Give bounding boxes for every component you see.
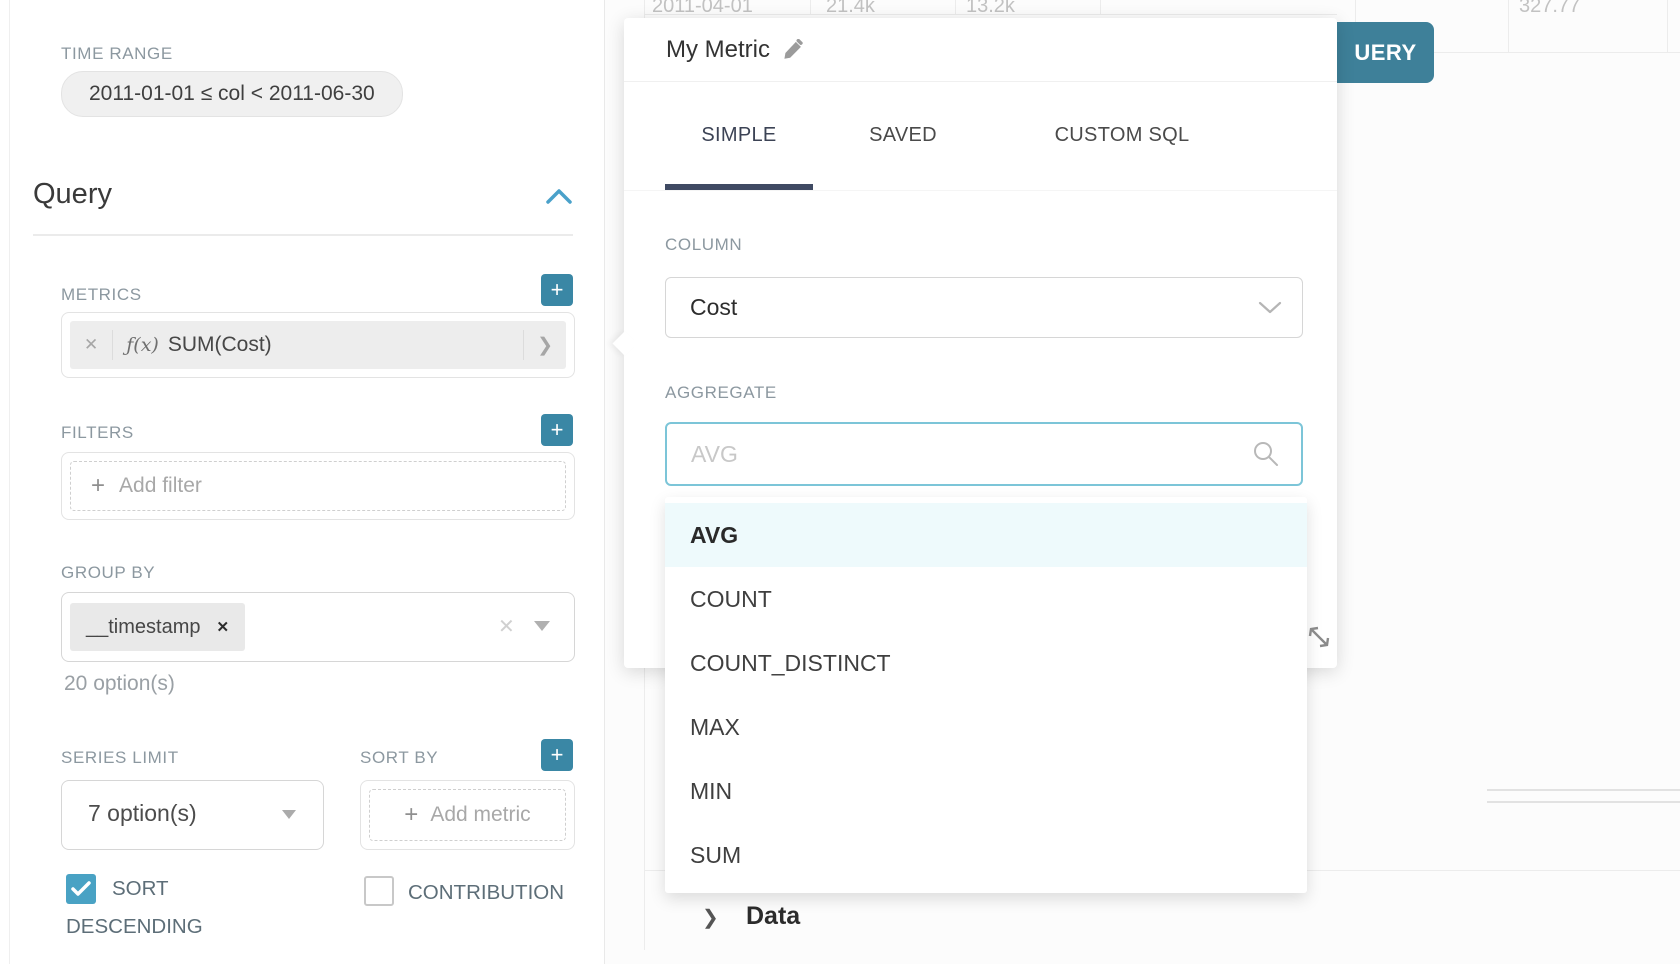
fx-icon: ƒ(x) [126,334,159,356]
table-cell-value: 13.2k [966,0,1015,18]
aggregate-label: AGGREGATE [665,383,777,403]
tab-saved[interactable]: SAVED [813,124,993,147]
popover-header-divider [624,81,1337,82]
active-tab-underline [665,184,813,190]
group-by-options-hint: 20 option(s) [64,672,175,696]
series-limit-select[interactable]: 7 option(s) [61,780,324,850]
time-range-value: 2011-01-01 ≤ col < 2011-06-30 [89,82,375,106]
column-select-value: Cost [690,294,737,321]
data-panel-title[interactable]: Data [746,902,800,931]
group-by-select[interactable]: __timestamp ✕ ✕ [61,592,575,662]
group-by-tag[interactable]: __timestamp ✕ [70,603,245,651]
chevron-down-icon [1258,301,1282,315]
time-range-label: TIME RANGE [61,44,173,64]
tab-custom-sql[interactable]: CUSTOM SQL [993,124,1251,147]
contribution-checkbox[interactable] [364,876,394,906]
sort-descending-label-line2: DESCENDING [66,915,203,939]
run-query-button[interactable]: UERY [1337,22,1434,83]
clear-select-icon[interactable]: ✕ [498,614,515,639]
tab-simple[interactable]: SIMPLE [665,124,813,147]
table-cell-value: 21.4k [826,0,875,18]
metric-expression: SUM(Cost) [168,333,272,357]
aggregate-placeholder: AVG [691,441,738,468]
edit-pencil-icon[interactable] [782,39,804,61]
group-by-label: GROUP BY [61,563,155,583]
add-sort-metric-button[interactable]: + Add metric [369,789,566,841]
plus-icon: + [91,474,105,498]
metrics-container: ✕ ƒ(x) SUM(Cost) ❯ [61,312,575,378]
aggregate-option-min[interactable]: MIN [665,759,1307,823]
add-sort-metric-plus-button[interactable]: + [541,739,573,771]
plus-icon: + [404,803,418,827]
aggregate-option-sum[interactable]: SUM [665,823,1307,887]
table-column-border [810,0,811,15]
table-column-border [1667,0,1668,52]
aggregate-dropdown: AVG COUNT COUNT_DISTINCT MAX MIN SUM [665,497,1307,893]
chevron-right-icon[interactable]: ❯ [702,905,719,930]
aggregate-option-avg[interactable]: AVG [665,503,1307,567]
chart-divider-line [1487,789,1680,791]
popover-tabs: SIMPLE SAVED CUSTOM SQL [665,124,1251,147]
pill-separator [523,330,524,360]
group-by-tag-label: __timestamp [86,616,201,639]
sort-by-container: + Add metric [360,780,575,850]
sort-descending-checkbox[interactable] [66,874,96,904]
caret-down-icon [282,810,296,819]
sort-by-label: SORT BY [360,748,438,768]
filters-container: + Add filter [61,452,575,520]
pill-separator [112,330,113,360]
checkmark-icon [70,880,92,898]
table-column-border [1508,0,1509,52]
aggregate-option-max[interactable]: MAX [665,695,1307,759]
aggregate-option-count[interactable]: COUNT [665,567,1307,631]
aggregate-search-input[interactable]: AVG [665,422,1303,486]
query-section-title: Query [33,178,112,211]
caret-down-icon[interactable] [534,621,550,631]
chart-divider-line [1487,801,1680,803]
table-column-border [1100,0,1101,15]
series-limit-label: SERIES LIMIT [61,748,179,768]
tabs-bottom-border [624,190,1337,191]
remove-metric-icon[interactable]: ✕ [84,335,98,355]
popover-title: My Metric [666,36,770,64]
table-cell-value: 327.77 [1519,0,1580,18]
filters-label: FILTERS [61,423,134,443]
section-divider [33,234,573,236]
resize-diagonal-icon[interactable] [1306,624,1332,650]
sort-descending-label-line1: SORT [112,877,169,901]
add-metric-plus-button[interactable]: + [541,274,573,306]
add-metric-label: Add metric [430,803,530,827]
panel-left-border [9,0,10,964]
search-icon [1251,439,1281,469]
add-filter-label: Add filter [119,474,202,498]
aggregate-option-count-distinct[interactable]: COUNT_DISTINCT [665,631,1307,695]
remove-tag-icon[interactable]: ✕ [217,618,230,636]
metric-pill[interactable]: ✕ ƒ(x) SUM(Cost) ❯ [70,321,566,369]
panel-divider[interactable] [604,0,605,964]
time-range-pill[interactable]: 2011-01-01 ≤ col < 2011-06-30 [61,71,403,117]
metrics-label: METRICS [61,285,142,305]
chevron-right-icon[interactable]: ❯ [537,334,553,357]
add-filter-plus-button[interactable]: + [541,414,573,446]
run-query-label: UERY [1354,40,1416,66]
chevron-up-icon[interactable] [546,188,573,205]
column-label: COLUMN [665,235,742,255]
add-filter-button[interactable]: + Add filter [70,461,566,511]
series-limit-value: 7 option(s) [88,800,197,827]
table-column-border [955,0,956,15]
column-select[interactable]: Cost [665,277,1303,338]
table-cell-date: 2011-04-01 [652,0,753,18]
contribution-label: CONTRIBUTION [408,881,564,905]
